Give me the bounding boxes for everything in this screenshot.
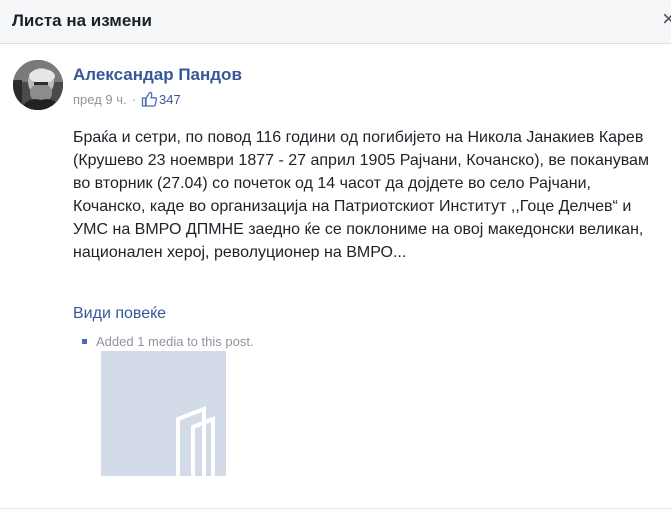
- author-name-link[interactable]: Александар Пандов: [73, 65, 242, 85]
- media-thumbnail[interactable]: [101, 351, 226, 476]
- post-meta: пред 9 ч. · 347: [73, 91, 181, 107]
- avatar[interactable]: [13, 60, 63, 110]
- post-text: Браќа и сетри, по повод 116 години од по…: [73, 129, 649, 261]
- dialog-title: Листа на измени: [12, 11, 153, 30]
- like-count[interactable]: 347: [159, 92, 181, 107]
- dialog-header: Листа на измени ×: [0, 0, 671, 44]
- avatar-image: [13, 60, 63, 110]
- edit-history-dialog: Листа на измени × Александар Пандов пред…: [0, 0, 671, 516]
- bullet-icon: [82, 339, 87, 344]
- close-icon[interactable]: ×: [662, 8, 671, 30]
- activity-text: Added 1 media to this post.: [96, 334, 254, 349]
- post-timestamp[interactable]: пред 9 ч.: [73, 92, 127, 107]
- divider: [0, 508, 671, 509]
- thumbs-up-icon: [141, 91, 158, 107]
- meta-separator: ·: [131, 91, 136, 107]
- activity-item: Added 1 media to this post.: [82, 334, 254, 349]
- see-more-link[interactable]: Види повеќе: [73, 305, 166, 323]
- image-placeholder-icon: [101, 351, 226, 476]
